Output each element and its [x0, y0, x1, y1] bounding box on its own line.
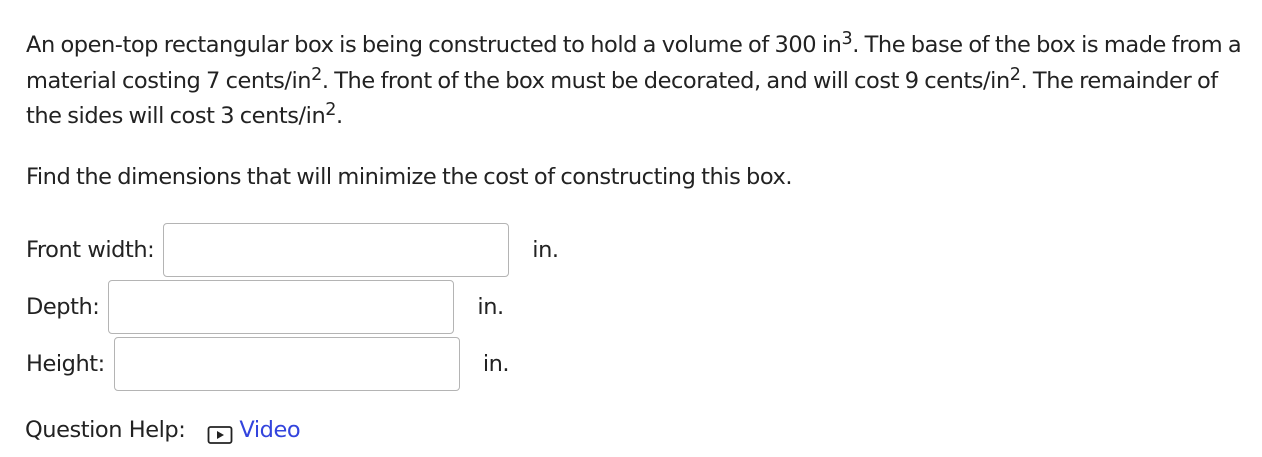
front-width-input[interactable]	[163, 223, 510, 277]
depth-label: Depth:	[26, 294, 100, 320]
video-help-link[interactable]: Video	[207, 412, 301, 448]
play-icon-graphic	[207, 426, 233, 444]
exponent: 3	[841, 29, 853, 50]
height-input[interactable]	[113, 337, 460, 391]
exponent: 2	[311, 64, 322, 85]
question-paragraph: An open-top rectangular box is being con…	[26, 28, 1251, 135]
front-width-unit: in.	[532, 237, 559, 263]
height-row: Height: in.	[26, 337, 510, 391]
height-label: Height:	[26, 351, 105, 377]
question-instruction: Find the dimensions that will minimize t…	[26, 164, 793, 190]
depth-input[interactable]	[108, 280, 455, 334]
exponent: 2	[325, 100, 336, 121]
question-part-5: .	[336, 103, 343, 129]
question-help: Question Help: Video	[25, 412, 301, 448]
front-width-row: Front width: in.	[26, 223, 559, 277]
front-width-label: Front width:	[26, 237, 155, 263]
depth-row: Depth: in.	[26, 280, 504, 334]
question-help-label: Question Help:	[25, 417, 186, 443]
question-part-3: . The front of the box must be decorated…	[321, 67, 1010, 94]
exponent: 2	[1009, 64, 1021, 85]
height-unit: in.	[482, 351, 510, 377]
depth-unit: in.	[477, 294, 504, 320]
question-part-1: An open-top rectangular box is being con…	[26, 32, 842, 58]
video-help-label: Video	[239, 417, 301, 443]
question-text: An open-top rectangular box is being con…	[26, 28, 1251, 135]
play-icon	[207, 420, 233, 444]
